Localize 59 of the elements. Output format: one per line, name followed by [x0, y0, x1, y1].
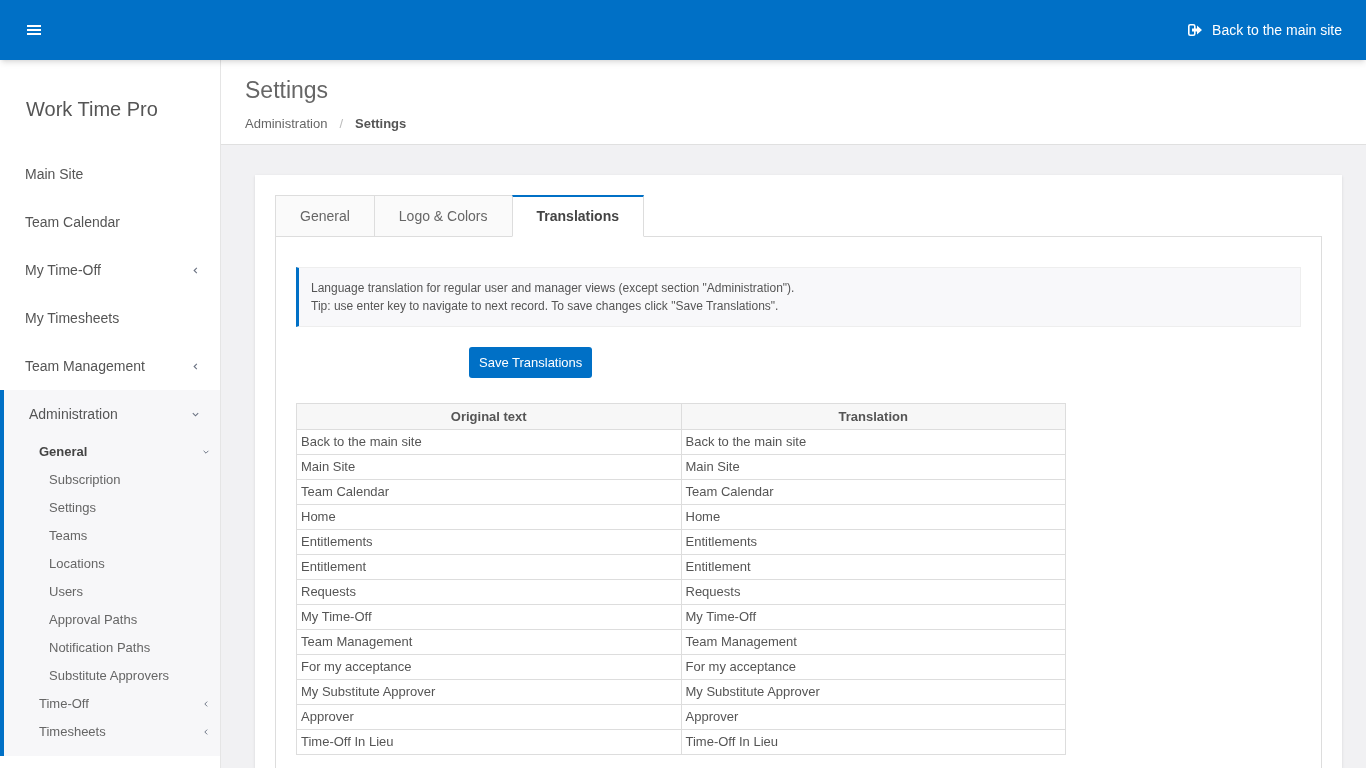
- table-cell: For my acceptance: [296, 654, 681, 680]
- breadcrumb-separator: /: [338, 115, 344, 133]
- notice-text: Language translation for regular user and manager views (except section "Administration").: [311, 280, 796, 297]
- sign-out-icon: [1188, 24, 1204, 36]
- table-cell: Requests: [296, 579, 681, 605]
- table-cell: Entitlement: [296, 554, 681, 580]
- breadcrumb-item[interactable]: Administration: [245, 114, 328, 134]
- sidebar-subitem[interactable]: Subscription: [4, 466, 220, 494]
- sidebar-subitem[interactable]: General: [4, 438, 220, 466]
- sidebar-subitem[interactable]: Teams: [4, 522, 220, 550]
- table-cell: My Substitute Approver: [296, 679, 681, 705]
- table-cell[interactable]: Time-Off In Lieu: [681, 729, 1066, 755]
- table-cell: Time-Off In Lieu: [296, 729, 681, 755]
- tab[interactable]: Logo & Colors: [373, 195, 513, 237]
- back-to-main-site-link[interactable]: Back to the main site: [1188, 19, 1342, 41]
- sidebar-subitem[interactable]: Settings: [4, 494, 220, 522]
- table-cell: Team Calendar: [296, 479, 681, 505]
- table-cell[interactable]: My Substitute Approver: [681, 679, 1066, 705]
- table-cell[interactable]: Main Site: [681, 454, 1066, 480]
- table-cell: Home: [296, 504, 681, 530]
- sidebar-item[interactable]: Administration: [4, 390, 220, 438]
- tab[interactable]: General: [275, 195, 375, 237]
- table-cell: My Time-Off: [296, 604, 681, 630]
- notice-text: Tip: use enter key to navigate to next record. To save changes click "Save Translations".: [311, 298, 780, 315]
- table-cell[interactable]: For my acceptance: [681, 654, 1066, 680]
- sidebar-item[interactable]: Team Management: [0, 342, 220, 390]
- tab[interactable]: Translations: [511, 195, 644, 237]
- table-cell[interactable]: Home: [681, 504, 1066, 530]
- sidebar-item[interactable]: My Timesheets: [0, 294, 220, 342]
- table-cell[interactable]: Entitlement: [681, 554, 1066, 580]
- table-cell: Team Management: [296, 629, 681, 655]
- breadcrumb-item: Settings: [355, 115, 407, 133]
- sidebar-subitem[interactable]: Substitute Approvers: [4, 662, 220, 690]
- page-title: Settings: [245, 76, 330, 104]
- table-cell[interactable]: My Time-Off: [681, 604, 1066, 630]
- brand-title: Work Time Pro: [25, 97, 159, 122]
- sidebar-subitem[interactable]: Notification Paths: [4, 634, 220, 662]
- sidebar-item[interactable]: Team Calendar: [0, 198, 220, 246]
- sidebar-subitem[interactable]: Timesheets: [4, 718, 220, 746]
- table-cell: Back to the main site: [296, 429, 681, 455]
- table-cell: Main Site: [296, 454, 681, 480]
- column-header: Original text: [296, 403, 681, 430]
- table-cell[interactable]: Back to the main site: [681, 429, 1066, 455]
- column-header: Translation: [681, 403, 1066, 430]
- sidebar-subitem[interactable]: Time-Off: [4, 690, 220, 718]
- table-cell: Entitlements: [296, 529, 681, 555]
- table-cell[interactable]: Team Calendar: [681, 479, 1066, 505]
- sidebar-item[interactable]: Main Site: [0, 150, 220, 198]
- table-cell[interactable]: Entitlements: [681, 529, 1066, 555]
- save-translations-button[interactable]: Save Translations: [469, 347, 593, 378]
- sidebar-item[interactable]: My Time-Off: [0, 246, 220, 294]
- menu-icon[interactable]: [27, 24, 41, 36]
- table-cell[interactable]: Requests: [681, 579, 1066, 605]
- sidebar-subitem[interactable]: Users: [4, 578, 220, 606]
- table-cell[interactable]: Approver: [681, 704, 1066, 730]
- table-cell: Approver: [296, 704, 681, 730]
- table-cell[interactable]: Team Management: [681, 629, 1066, 655]
- sidebar-subitem[interactable]: Approval Paths: [4, 606, 220, 634]
- sidebar-subitem[interactable]: Locations: [4, 550, 220, 578]
